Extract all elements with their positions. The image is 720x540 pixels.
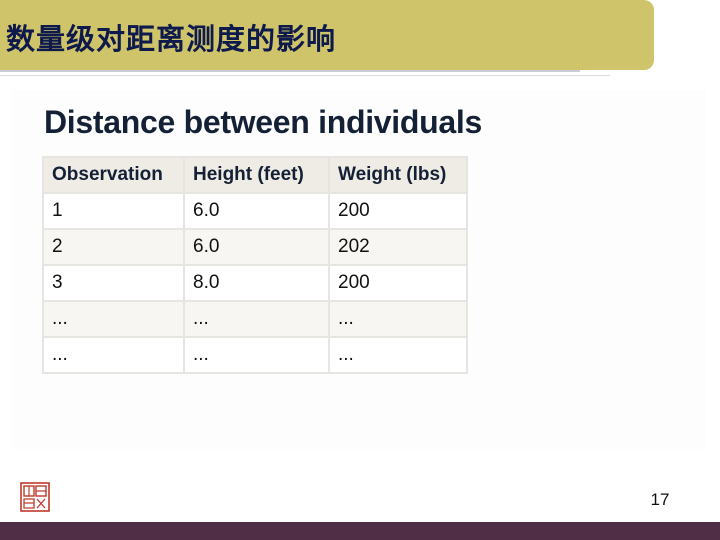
table-row: 1 6.0 200 [42,192,468,230]
table-row: 3 8.0 200 [42,264,468,302]
table-row: 2 6.0 202 [42,228,468,266]
table-cell: 6.0 [183,192,330,230]
slide-content-image: Distance between individuals Observation… [12,90,706,450]
table-row: ... ... ... [42,300,468,338]
table-cell: ... [183,336,330,374]
table-cell: 3 [42,264,185,302]
table-cell: ... [42,336,185,374]
title-bar: 数量级对距离测度的影响 [0,0,654,70]
table-cell: 200 [328,192,468,230]
slide-title: 数量级对距离测度的影响 [6,22,337,56]
table-cell: 200 [328,264,468,302]
table-cell: ... [328,336,468,374]
column-header: Weight (lbs) [328,156,468,194]
title-rule [0,70,580,72]
table-cell: 2 [42,228,185,266]
table-cell: ... [183,300,330,338]
table-row: ... ... ... [42,336,468,374]
table-cell: 8.0 [183,264,330,302]
table-cell: 202 [328,228,468,266]
title-rule-thin [0,75,610,76]
table-cell: ... [328,300,468,338]
table-header-row: Observation Height (feet) Weight (lbs) [42,156,468,194]
table-cell: ... [42,300,185,338]
content-heading: Distance between individuals [44,104,482,140]
table-cell: 1 [42,192,185,230]
data-table: Observation Height (feet) Weight (lbs) 1… [42,156,468,374]
page-number: 17 [650,490,670,509]
footer-bar [0,522,720,540]
column-header: Height (feet) [183,156,330,194]
column-header: Observation [42,156,185,194]
table-cell: 6.0 [183,228,330,266]
university-seal-icon [20,482,50,512]
